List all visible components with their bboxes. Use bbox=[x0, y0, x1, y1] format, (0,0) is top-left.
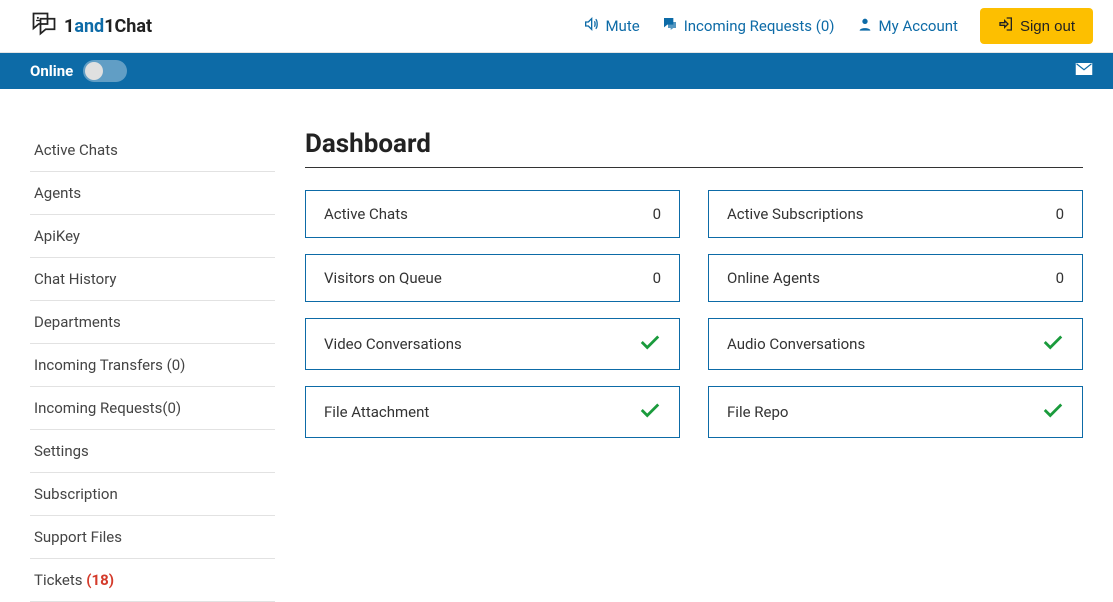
check-icon bbox=[639, 333, 661, 355]
content: Dashboard Active Chats 0 Active Subscrip… bbox=[275, 129, 1113, 602]
card-label: Audio Conversations bbox=[727, 335, 865, 353]
online-label: Online bbox=[30, 62, 73, 80]
online-toggle[interactable] bbox=[83, 60, 127, 82]
card-label: Video Conversations bbox=[324, 335, 462, 353]
card-video-conversations[interactable]: Video Conversations bbox=[305, 318, 680, 370]
card-online-agents[interactable]: Online Agents 0 bbox=[708, 254, 1083, 302]
logo: 1and1Chat bbox=[30, 10, 152, 43]
main: Active Chats Agents ApiKey Chat History … bbox=[0, 89, 1113, 602]
card-file-attachment[interactable]: File Attachment bbox=[305, 386, 680, 438]
status-bar: Online bbox=[0, 53, 1113, 89]
comments-icon bbox=[662, 16, 678, 36]
toggle-knob bbox=[85, 62, 103, 80]
mute-link[interactable]: Mute bbox=[583, 16, 639, 36]
card-file-repo[interactable]: File Repo bbox=[708, 386, 1083, 438]
page-title: Dashboard bbox=[305, 129, 1083, 168]
topbar: 1and1Chat Mute Incoming Requests (0) My … bbox=[0, 0, 1113, 53]
card-active-chats[interactable]: Active Chats 0 bbox=[305, 190, 680, 238]
card-value: 0 bbox=[1056, 269, 1064, 287]
tickets-count: (18) bbox=[86, 571, 114, 589]
chat-logo-icon bbox=[30, 10, 58, 43]
card-label: Online Agents bbox=[727, 269, 820, 287]
sidebar-item-active-chats[interactable]: Active Chats bbox=[30, 129, 275, 172]
sign-out-icon bbox=[998, 16, 1014, 36]
my-account-link[interactable]: My Account bbox=[857, 16, 958, 36]
sidebar-item-incoming-transfers[interactable]: Incoming Transfers (0) bbox=[30, 344, 275, 387]
sidebar-item-support-files[interactable]: Support Files bbox=[30, 516, 275, 559]
card-label: Active Chats bbox=[324, 205, 408, 223]
sidebar-item-incoming-requests[interactable]: Incoming Requests(0) bbox=[30, 387, 275, 430]
sidebar: Active Chats Agents ApiKey Chat History … bbox=[0, 129, 275, 602]
card-visitors-queue[interactable]: Visitors on Queue 0 bbox=[305, 254, 680, 302]
sidebar-item-agents[interactable]: Agents bbox=[30, 172, 275, 215]
sidebar-item-tickets[interactable]: Tickets (18) bbox=[30, 559, 275, 602]
sidebar-item-settings[interactable]: Settings bbox=[30, 430, 275, 473]
dashboard-cards: Active Chats 0 Active Subscriptions 0 Vi… bbox=[305, 190, 1083, 438]
topnav: Mute Incoming Requests (0) My Account Si… bbox=[583, 8, 1093, 44]
status-left: Online bbox=[30, 60, 127, 82]
sidebar-item-departments[interactable]: Departments bbox=[30, 301, 275, 344]
card-label: File Repo bbox=[727, 403, 788, 421]
card-value: 0 bbox=[653, 269, 661, 287]
card-label: File Attachment bbox=[324, 403, 429, 421]
volume-icon bbox=[583, 16, 599, 36]
check-icon bbox=[1042, 401, 1064, 423]
sidebar-item-subscription[interactable]: Subscription bbox=[30, 473, 275, 516]
check-icon bbox=[1042, 333, 1064, 355]
check-icon bbox=[639, 401, 661, 423]
card-value: 0 bbox=[1056, 205, 1064, 223]
sign-out-button[interactable]: Sign out bbox=[980, 8, 1093, 44]
card-audio-conversations[interactable]: Audio Conversations bbox=[708, 318, 1083, 370]
card-label: Active Subscriptions bbox=[727, 205, 864, 223]
card-value: 0 bbox=[653, 205, 661, 223]
mail-icon[interactable] bbox=[1075, 62, 1093, 80]
sidebar-item-apikey[interactable]: ApiKey bbox=[30, 215, 275, 258]
card-label: Visitors on Queue bbox=[324, 269, 442, 287]
sidebar-item-chat-history[interactable]: Chat History bbox=[30, 258, 275, 301]
user-icon bbox=[857, 16, 873, 36]
card-active-subscriptions[interactable]: Active Subscriptions 0 bbox=[708, 190, 1083, 238]
logo-text: 1and1Chat bbox=[64, 16, 152, 37]
incoming-requests-link[interactable]: Incoming Requests (0) bbox=[662, 16, 835, 36]
